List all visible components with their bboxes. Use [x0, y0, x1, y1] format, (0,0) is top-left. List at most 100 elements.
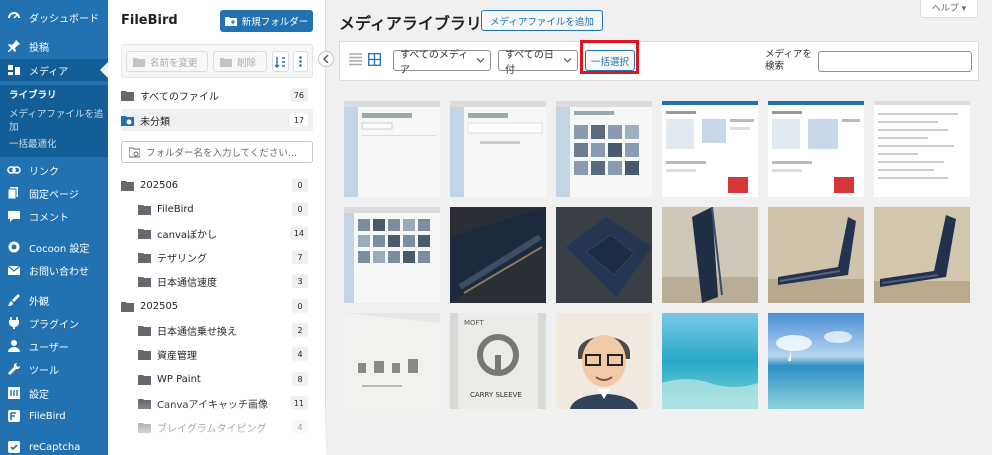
folder-uncategorized[interactable]: 未分類 17: [121, 109, 313, 131]
recaptcha-icon: [8, 441, 20, 453]
delete-button[interactable]: 削除: [213, 51, 267, 72]
submenu-bulk-optimize[interactable]: 一括最適化: [9, 138, 105, 151]
bulk-select-button[interactable]: 一括選択: [585, 50, 635, 71]
folder-icon: [121, 301, 134, 312]
submenu-add-media[interactable]: メディアファイルを追加: [9, 108, 105, 134]
folder-row[interactable]: 202506 0: [121, 174, 313, 196]
media-thumbnail[interactable]: [768, 207, 864, 303]
help-tab[interactable]: ヘルプ ▾: [920, 0, 978, 18]
folder-row[interactable]: FileBird 0: [138, 198, 313, 220]
submenu-library[interactable]: ライブラリ: [9, 89, 105, 102]
media-thumbnail[interactable]: [344, 313, 440, 409]
date-filter-value: すべての日付: [505, 49, 554, 76]
media-thumbnail[interactable]: [556, 101, 652, 197]
media-thumbnail[interactable]: [768, 313, 864, 409]
folder-label: FileBird: [157, 203, 194, 215]
date-filter[interactable]: すべての日付: [498, 50, 578, 76]
folder-plus-icon: [224, 17, 237, 26]
folder-label: WP Paint: [157, 373, 201, 385]
media-thumbnail[interactable]: MOFT CARRY SLEEVE: [450, 313, 546, 409]
folder-all-files[interactable]: すべてのファイル 76: [121, 84, 313, 106]
new-folder-button[interactable]: 新規フォルダー: [220, 10, 313, 32]
folder-row[interactable]: WP Paint 8: [138, 368, 313, 390]
folder-count: 0: [292, 202, 308, 216]
menu-item-cocoon-settings[interactable]: Cocoon 設定: [0, 236, 108, 258]
collapse-panel-button[interactable]: [318, 51, 334, 67]
folder-row[interactable]: 日本通信乗せ換え 2: [138, 319, 313, 341]
user-icon: [8, 340, 20, 352]
filebird-icon: [8, 410, 20, 422]
media-thumbnail[interactable]: [450, 101, 546, 197]
screenshot-thumbnail: [344, 101, 440, 197]
menu-item-links[interactable]: リンク: [0, 159, 108, 181]
menu-item-contact[interactable]: お問い合わせ: [0, 259, 108, 281]
menu-item-recaptcha[interactable]: reCaptcha: [0, 436, 108, 455]
menu-item-settings[interactable]: 設定: [0, 382, 108, 404]
folder-search-placeholder: フォルダー名を入力してください...: [146, 148, 297, 159]
menu-item-media[interactable]: メディア: [0, 59, 108, 81]
folder-count: 17: [289, 113, 308, 127]
folder-icon: [121, 180, 134, 191]
media-thumbnail[interactable]: [344, 207, 440, 303]
sort-button[interactable]: [272, 51, 289, 72]
rename-button[interactable]: 名前を変更: [126, 51, 208, 72]
photo-thumbnail: [662, 313, 758, 409]
list-view-icon[interactable]: [349, 53, 362, 66]
media-thumbnail[interactable]: [450, 207, 546, 303]
media-thumbnail[interactable]: [556, 207, 652, 303]
media-thumbnail[interactable]: [768, 101, 864, 197]
folder-count: 8: [292, 372, 308, 386]
media-thumbnail[interactable]: [662, 207, 758, 303]
folder-row[interactable]: テザリング 7: [138, 246, 313, 268]
add-media-button[interactable]: メディアファイルを追加: [481, 10, 603, 31]
folder-row[interactable]: Canvaアイキャッチ画像 11: [138, 392, 313, 414]
media-thumbnail[interactable]: [874, 101, 970, 197]
menu-label: ユーザー: [29, 342, 69, 354]
folder-count: 11: [289, 396, 308, 410]
media-type-filter[interactable]: すべてのメディア: [393, 50, 491, 76]
filebird-title: FileBird: [121, 13, 178, 28]
appearance-icon: [8, 294, 20, 306]
media-thumbnail[interactable]: [662, 313, 758, 409]
menu-label: 投稿: [29, 42, 49, 54]
folder-row[interactable]: ブレイグラムタイピング 4: [138, 416, 313, 438]
folder-delete-icon: [220, 57, 232, 67]
folder-row[interactable]: 日本通信速度 3: [138, 270, 313, 292]
menu-item-tools[interactable]: ツール: [0, 358, 108, 380]
menu-item-comments[interactable]: コメント: [0, 205, 108, 227]
folder-icon: [121, 90, 134, 101]
menu-item-pages[interactable]: 固定ページ: [0, 182, 108, 204]
menu-item-posts[interactable]: 投稿: [0, 35, 108, 57]
grid-view-icon[interactable]: [368, 53, 381, 66]
folder-label: 未分類: [140, 116, 170, 128]
folder-count: 7: [292, 250, 308, 264]
folder-row[interactable]: 202505 0: [121, 295, 313, 317]
menu-label: FileBird: [29, 410, 66, 422]
folder-toolbar: 名前を変更 削除: [121, 44, 313, 78]
folder-row[interactable]: 資産管理 4: [138, 343, 313, 365]
more-options-button[interactable]: [293, 51, 308, 72]
photo-thumbnail: [874, 207, 970, 303]
chevron-down-icon: [563, 58, 571, 63]
menu-item-plugins[interactable]: プラグイン: [0, 312, 108, 334]
media-thumbnail[interactable]: [344, 101, 440, 197]
folder-count: 4: [292, 420, 308, 434]
screenshot-thumbnail: [768, 101, 864, 197]
filebird-panel: FileBird 新規フォルダー 名前を変更 削除 すべてのファイル 76 未分…: [108, 0, 326, 455]
folder-row[interactable]: canvaぼかし 14: [138, 222, 313, 244]
menu-item-appearance[interactable]: 外観: [0, 289, 108, 311]
photo-thumbnail: [450, 207, 546, 303]
folder-label: 日本通信乗せ換え: [157, 326, 237, 338]
folder-icon: [138, 374, 151, 385]
media-thumbnail[interactable]: [662, 101, 758, 197]
menu-item-users[interactable]: ユーザー: [0, 335, 108, 357]
media-thumbnail[interactable]: [874, 207, 970, 303]
media-search-input[interactable]: [818, 51, 972, 72]
media-type-filter-value: すべてのメディア: [400, 49, 469, 76]
media-thumbnail[interactable]: [556, 313, 652, 409]
menu-label: reCaptcha: [29, 441, 81, 453]
menu-item-dashboard[interactable]: ダッシュボード: [0, 6, 108, 28]
photo-thumbnail: [768, 207, 864, 303]
folder-search-input[interactable]: フォルダー名を入力してください...: [121, 141, 313, 163]
menu-item-filebird[interactable]: FileBird: [0, 405, 108, 427]
